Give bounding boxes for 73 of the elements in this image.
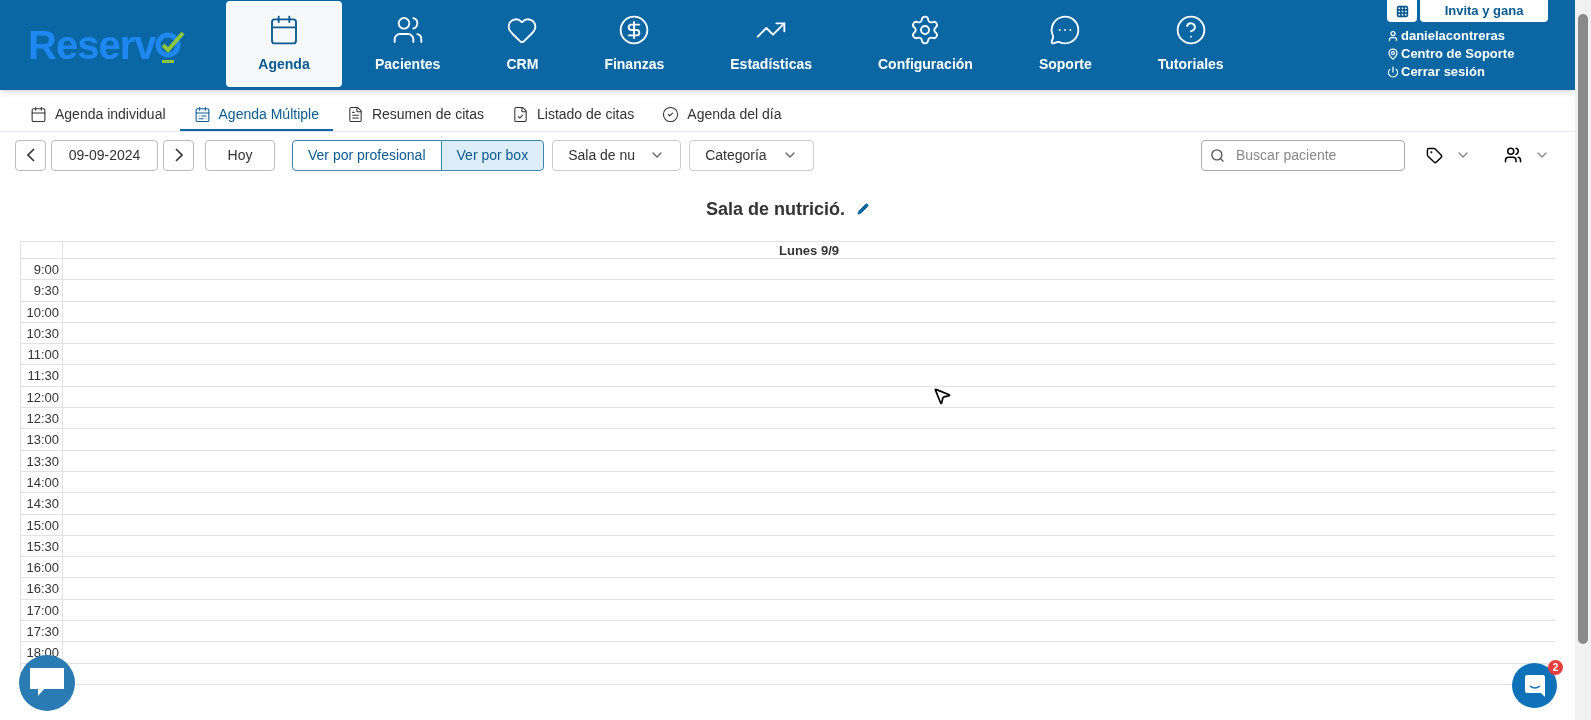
search-field[interactable]: Buscar paciente: [1201, 139, 1405, 171]
time-label: 15:30: [21, 535, 63, 557]
nav-item[interactable]: Configuración: [845, 1, 1006, 87]
chevron-left-icon: [26, 148, 35, 162]
nav-item[interactable]: Agenda: [226, 1, 342, 87]
time-label: 16:00: [21, 557, 63, 578]
previous-button[interactable]: [15, 139, 46, 171]
tab[interactable]: Listado de citas: [498, 99, 649, 131]
time-label: 9:00: [21, 259, 63, 280]
today-button[interactable]: Hoy: [205, 139, 275, 171]
dollar-icon: [618, 13, 651, 46]
notification-badge: 2: [1548, 660, 1563, 675]
time-label: 14:30: [21, 493, 63, 514]
time-label: 9:30: [21, 280, 63, 301]
nav-item[interactable]: Finanzas: [571, 1, 698, 87]
apps-button[interactable]: [1387, 0, 1417, 22]
tab[interactable]: Agenda del día: [648, 99, 796, 131]
document-icon: [346, 105, 364, 123]
calendar-icon: [30, 105, 47, 123]
time-label: 13:30: [21, 450, 63, 471]
dropdown[interactable]: Sala de nu: [552, 139, 682, 171]
nav-item[interactable]: Estadísticas: [697, 1, 845, 87]
nav-item[interactable]: Tutoriales: [1124, 1, 1257, 87]
next-button[interactable]: [163, 139, 194, 171]
invite-button[interactable]: Invita y gana: [1420, 0, 1548, 22]
time-label: 14:00: [21, 471, 63, 493]
tab[interactable]: Agenda individual: [16, 99, 180, 131]
chat-icon: [1049, 13, 1082, 46]
calendar-icon: [268, 13, 300, 46]
header-link[interactable]: Centro de Soporte: [1387, 46, 1515, 62]
nav-item[interactable]: CRM: [473, 1, 572, 87]
chat-button[interactable]: [19, 655, 75, 711]
time-label: 10:00: [21, 301, 63, 322]
time-label: 11:00: [21, 344, 63, 365]
nav-item[interactable]: Pacientes: [342, 1, 474, 87]
time-label: 16:30: [21, 578, 63, 599]
tab[interactable]: Resumen de citas: [332, 99, 498, 131]
speech-bubble-icon: [30, 668, 64, 698]
view-toggle[interactable]: Ver por box: [440, 139, 545, 171]
logo: Reserv: [28, 25, 186, 65]
grid-icon: [1395, 4, 1409, 18]
tab[interactable]: Agenda Múltiple: [179, 99, 333, 131]
document-check-icon: [512, 105, 529, 123]
check-circle-icon: [662, 105, 680, 123]
time-label: 15:00: [21, 514, 63, 535]
support-chat-button[interactable]: [1512, 663, 1557, 708]
people-icon: [1504, 146, 1522, 164]
chevron-right-icon: [174, 148, 183, 162]
dropdown[interactable]: Categoría: [689, 139, 815, 171]
calendar-title: Sala de nutrició.: [705, 197, 845, 221]
time-label: 17:00: [21, 599, 63, 621]
help-icon: [1174, 13, 1207, 46]
search-icon: [1210, 147, 1225, 163]
edit-icon: [857, 203, 869, 215]
day-header: Lunes 9/9: [778, 242, 840, 258]
calendar-icon: [193, 105, 211, 123]
header-link[interactable]: Cerrar sesión: [1387, 64, 1515, 80]
view-toggle[interactable]: Ver por profesional: [292, 139, 442, 171]
message-icon: [1524, 674, 1545, 697]
time-label: 11:30: [21, 365, 63, 386]
mouse-pointer-icon: [932, 386, 952, 406]
time-label: 13:00: [21, 429, 63, 450]
power-icon: [1387, 66, 1399, 78]
tag-icon: [1426, 146, 1443, 164]
user-icon: [1387, 30, 1399, 42]
date-field[interactable]: 09-09-2024: [51, 139, 158, 171]
time-label: 12:00: [21, 386, 63, 408]
time-label: 12:30: [21, 408, 63, 429]
pin-icon: [1387, 48, 1399, 60]
nav-item[interactable]: Soporte: [1005, 1, 1125, 87]
header-link[interactable]: danielacontreras: [1387, 28, 1515, 44]
time-label: 17:30: [21, 621, 63, 642]
time-label: 10:30: [21, 322, 63, 344]
